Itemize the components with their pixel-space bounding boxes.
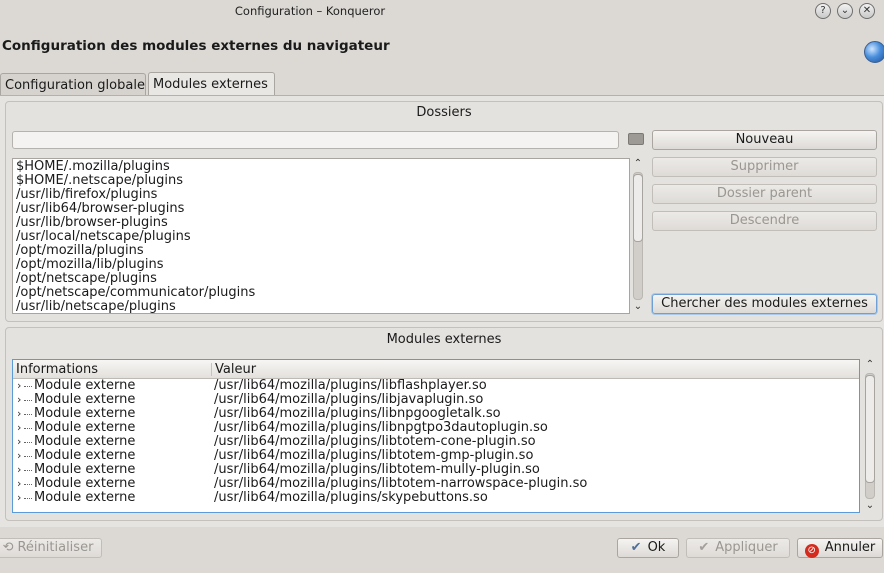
- parent-folder-label: Dossier parent: [716, 186, 813, 201]
- scroll-up-icon[interactable]: ⌃: [862, 359, 878, 370]
- row-value: /usr/lib64/mozilla/plugins/libtotem-mull…: [214, 462, 540, 477]
- minimize-button[interactable]: ⌄: [837, 3, 853, 19]
- row-info: Module externe: [34, 462, 136, 477]
- table-row[interactable]: › Module externe /usr/lib64/mozilla/plug…: [13, 463, 859, 477]
- check-icon: ✔: [630, 540, 642, 555]
- row-value: /usr/lib64/mozilla/plugins/libtotem-cone…: [214, 434, 536, 449]
- globe-icon: [864, 41, 884, 63]
- list-item[interactable]: /opt/netscape/plugins: [13, 272, 629, 286]
- folder-icon[interactable]: [628, 133, 644, 145]
- row-value: /usr/lib64/mozilla/plugins/libnpgtpo3dau…: [214, 420, 548, 435]
- tab-plugins[interactable]: Modules externes: [148, 72, 275, 97]
- list-item[interactable]: $HOME/.mozilla/plugins: [13, 160, 629, 174]
- apply-button[interactable]: ✔ Appliquer: [686, 538, 790, 558]
- ok-label: Ok: [647, 540, 666, 555]
- expand-icon[interactable]: ›: [17, 407, 21, 421]
- list-item[interactable]: /opt/mozilla/plugins: [13, 244, 629, 258]
- scroll-thumb[interactable]: [865, 375, 875, 483]
- tab-global-config[interactable]: Configuration globale: [0, 73, 146, 97]
- list-item[interactable]: /usr/lib64/browser-plugins: [13, 202, 629, 216]
- column-separator: [211, 363, 212, 376]
- table-row[interactable]: › Module externe /usr/lib64/mozilla/plug…: [13, 477, 859, 491]
- move-down-button[interactable]: Descendre: [652, 211, 877, 231]
- plugins-group-title: Modules externes: [386, 332, 502, 347]
- expand-icon[interactable]: ›: [17, 421, 21, 435]
- list-item[interactable]: /usr/lib/firefox/plugins: [13, 188, 629, 202]
- table-row[interactable]: › Module externe /usr/lib64/mozilla/plug…: [13, 407, 859, 421]
- row-info: Module externe: [34, 476, 136, 491]
- page-title: Configuration des modules externes du na…: [2, 38, 390, 54]
- new-folder-label: Nouveau: [735, 132, 794, 147]
- expand-icon[interactable]: ›: [17, 449, 21, 463]
- expand-icon[interactable]: ›: [17, 393, 21, 407]
- row-value: /usr/lib64/mozilla/plugins/libjavaplugin…: [214, 392, 484, 407]
- reset-icon: ⟲: [2, 540, 14, 555]
- scroll-down-icon[interactable]: ⌄: [862, 500, 878, 511]
- table-row[interactable]: › Module externe /usr/lib64/mozilla/plug…: [13, 421, 859, 435]
- scan-plugins-label: Chercher des modules externes: [661, 296, 868, 311]
- column-header-info[interactable]: Informations: [16, 362, 98, 377]
- window-title: Configuration – Konqueror: [234, 4, 386, 18]
- list-item[interactable]: /usr/lib/netscape/plugins: [13, 300, 629, 314]
- cancel-button[interactable]: ⊘ Annuler: [797, 538, 883, 558]
- close-button[interactable]: ✕: [859, 3, 875, 19]
- folder-list-scrollbar[interactable]: ⌃ ⌄: [630, 158, 646, 314]
- row-info: Module externe: [34, 490, 136, 505]
- move-down-label: Descendre: [729, 213, 800, 228]
- column-header-value[interactable]: Valeur: [215, 362, 256, 377]
- table-row[interactable]: › Module externe /usr/lib64/mozilla/plug…: [13, 449, 859, 463]
- expand-icon[interactable]: ›: [17, 379, 21, 393]
- expand-icon[interactable]: ›: [17, 491, 21, 505]
- row-info: Module externe: [34, 392, 136, 407]
- list-item[interactable]: /opt/mozilla/lib/plugins: [13, 258, 629, 272]
- table-row[interactable]: › Module externe /usr/lib64/mozilla/plug…: [13, 379, 859, 393]
- apply-label: Appliquer: [715, 540, 778, 555]
- expand-icon[interactable]: ›: [17, 435, 21, 449]
- folder-path-input[interactable]: [12, 131, 619, 149]
- plugins-tree[interactable]: Informations Valeur › Module externe /us…: [12, 359, 860, 513]
- scroll-up-icon[interactable]: ⌃: [630, 158, 646, 169]
- row-info: Module externe: [34, 378, 136, 393]
- reset-button[interactable]: ⟲ Réinitialiser: [0, 538, 102, 558]
- list-item[interactable]: /usr/local/netscape/plugins: [13, 230, 629, 244]
- plugins-tree-scrollbar[interactable]: ⌃ ⌄: [862, 359, 878, 513]
- help-button[interactable]: ?: [815, 3, 831, 19]
- folders-group-title: Dossiers: [416, 105, 472, 120]
- cancel-label: Annuler: [824, 540, 876, 555]
- row-info: Module externe: [34, 406, 136, 421]
- row-value: /usr/lib64/mozilla/plugins/libnpgoogleta…: [214, 406, 501, 421]
- row-value: /usr/lib64/mozilla/plugins/libtotem-narr…: [214, 476, 588, 491]
- table-row[interactable]: › Module externe /usr/lib64/mozilla/plug…: [13, 393, 859, 407]
- table-row[interactable]: › Module externe /usr/lib64/mozilla/plug…: [13, 435, 859, 449]
- list-item[interactable]: $HOME/.netscape/plugins: [13, 174, 629, 188]
- scroll-thumb[interactable]: [633, 174, 643, 242]
- tab-label: Configuration globale: [5, 78, 145, 93]
- remove-folder-label: Supprimer: [730, 159, 799, 174]
- reset-label: Réinitialiser: [17, 540, 94, 555]
- window-titlebar: Configuration – Konqueror ? ⌄ ✕: [0, 0, 884, 24]
- tree-header: Informations Valeur: [13, 360, 859, 379]
- parent-folder-button[interactable]: Dossier parent: [652, 184, 877, 204]
- check-icon: ✔: [698, 540, 710, 555]
- cancel-icon: ⊘: [804, 544, 819, 558]
- tab-label: Modules externes: [153, 77, 268, 92]
- remove-folder-button[interactable]: Supprimer: [652, 157, 877, 177]
- folder-list[interactable]: $HOME/.mozilla/plugins $HOME/.netscape/p…: [12, 158, 630, 314]
- row-info: Module externe: [34, 434, 136, 449]
- row-info: Module externe: [34, 448, 136, 463]
- scroll-down-icon[interactable]: ⌄: [630, 301, 646, 312]
- ok-button[interactable]: ✔ Ok: [617, 538, 679, 558]
- list-item[interactable]: /opt/netscape/communicator/plugins: [13, 286, 629, 300]
- expand-icon[interactable]: ›: [17, 463, 21, 477]
- expand-icon[interactable]: ›: [17, 477, 21, 491]
- row-value: /usr/lib64/mozilla/plugins/libtotem-gmp-…: [214, 448, 534, 463]
- table-row[interactable]: › Module externe /usr/lib64/mozilla/plug…: [13, 491, 859, 505]
- row-value: /usr/lib64/mozilla/plugins/libflashplaye…: [214, 378, 487, 393]
- new-folder-button[interactable]: Nouveau: [652, 130, 877, 150]
- row-info: Module externe: [34, 420, 136, 435]
- row-value: /usr/lib64/mozilla/plugins/skypebuttons.…: [214, 490, 488, 505]
- list-item[interactable]: /usr/lib/browser-plugins: [13, 216, 629, 230]
- scan-plugins-button[interactable]: Chercher des modules externes: [652, 294, 877, 314]
